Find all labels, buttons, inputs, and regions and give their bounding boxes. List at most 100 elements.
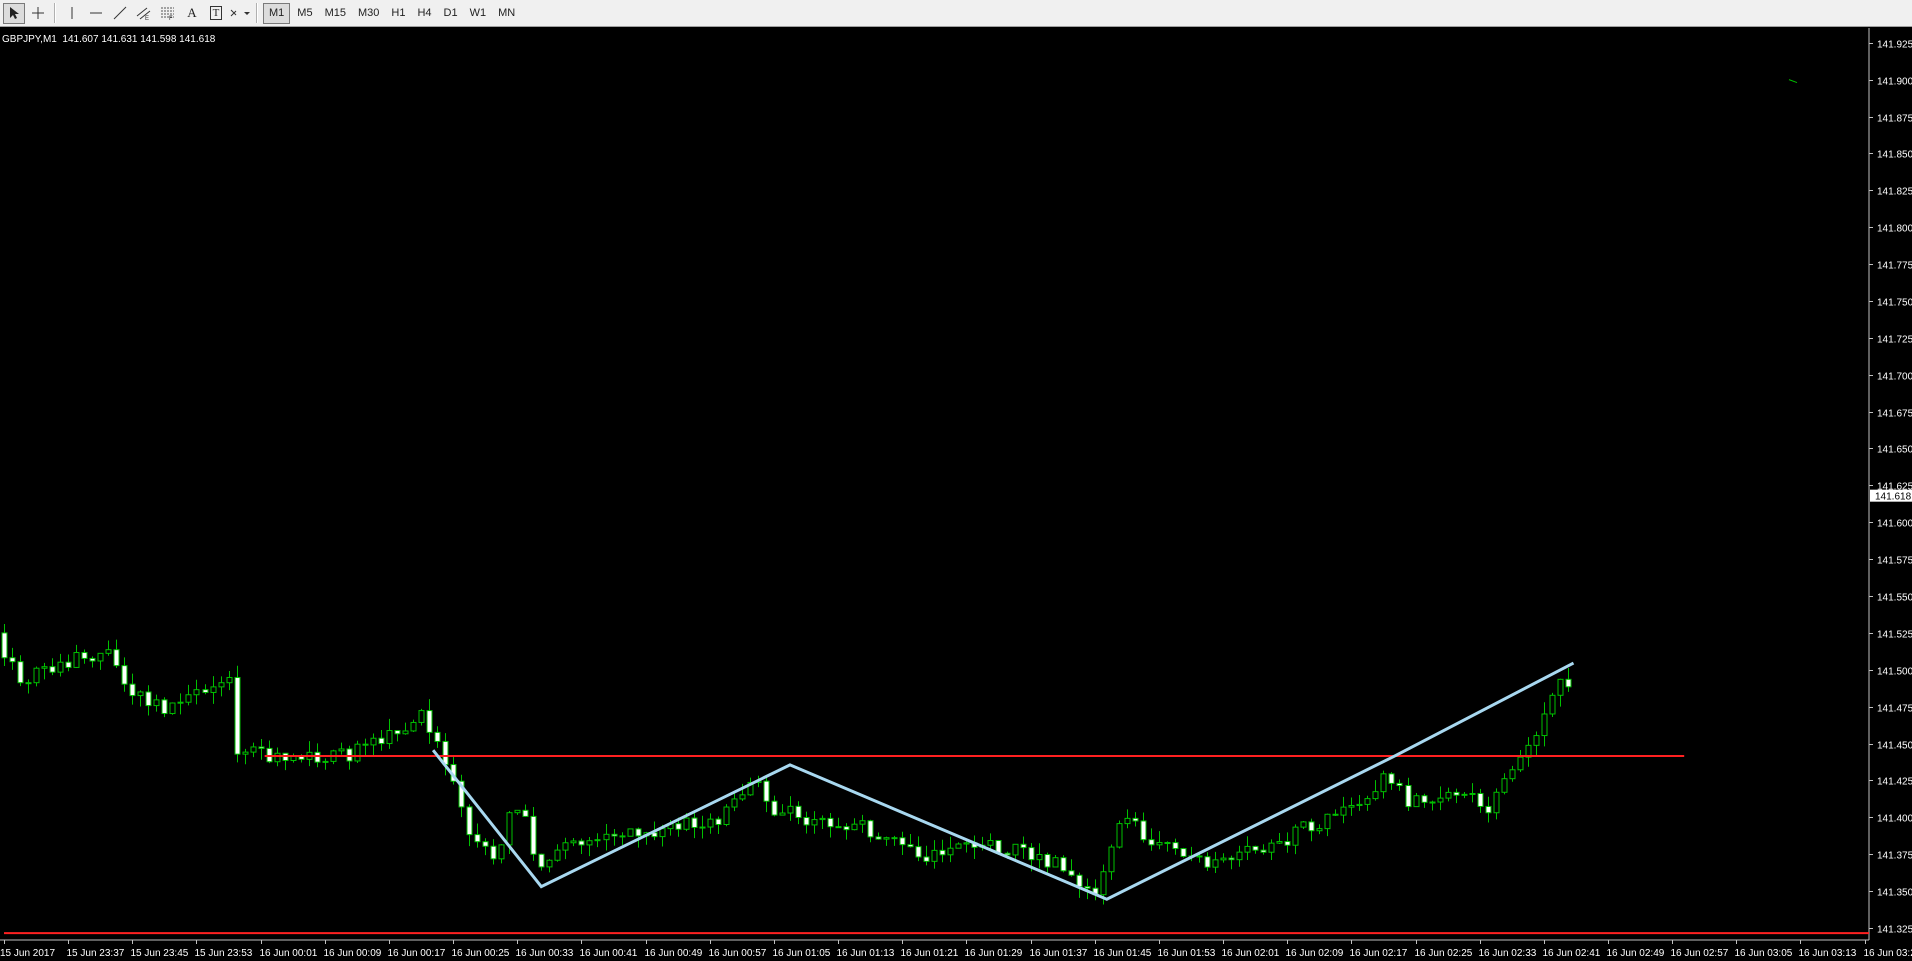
candle [1549,692,1556,717]
text-icon: A [187,5,197,20]
time-tick-label: 16 Jun 00:41 [580,948,638,959]
time-tick-label: 16 Jun 00:57 [709,948,767,959]
cursor-tool-button[interactable] [3,2,25,24]
time-tick-label: 16 Jun 02:49 [1607,948,1665,959]
last-price-label: 141.618 [1875,492,1912,503]
timeframe-mn-button[interactable]: MN [493,3,520,24]
price-tick-label: 141.450 [1877,741,1912,752]
price-tick-label: 141.900 [1877,77,1912,88]
candle [1180,847,1187,858]
time-tick-label: 16 Jun 03:13 [1799,948,1857,959]
price-tick-label: 141.325 [1877,925,1912,936]
time-tick-label: 16 Jun 01:13 [837,948,895,959]
time-tick-label: 16 Jun 01:29 [965,948,1023,959]
last-price-marker: 141.618 [1870,489,1912,503]
fibonacci-icon: F [160,6,176,20]
price-tick-label: 141.475 [1877,704,1912,715]
time-tick-label: 16 Jun 02:09 [1286,948,1344,959]
price-tick-label: 141.875 [1877,114,1912,125]
price-tick-label: 141.400 [1877,814,1912,825]
equidistant-channel-icon: E [136,6,152,20]
time-tick-label: 16 Jun 02:41 [1543,948,1601,959]
crosshair-tool-button[interactable] [27,3,49,24]
time-tick-label: 16 Jun 00:09 [324,948,382,959]
timeframe-d1-button[interactable]: D1 [439,3,463,24]
chart-toolbar: E F A T M1 M5 M15 M30 H1 H4 D1 W1 MN [0,0,1912,27]
arrows-dropdown-icon [229,6,251,20]
candle [627,828,634,837]
time-tick-label: 16 Jun 03:05 [1735,948,1793,959]
horizontal-line-tool-button[interactable] [85,3,107,24]
svg-text:F: F [169,16,173,20]
price-tick-label: 141.700 [1877,372,1912,383]
candle [354,740,361,764]
timeframe-m1-button[interactable]: M1 [263,2,291,24]
time-tick-label: 16 Jun 02:17 [1350,948,1408,959]
time-tick-label: 16 Jun 00:49 [645,948,703,959]
candle [1116,820,1123,849]
candle [169,702,176,715]
price-tick-label: 141.775 [1877,261,1912,272]
price-tick-label: 141.600 [1877,519,1912,530]
price-tick-label: 141.650 [1877,445,1912,456]
time-tick-label: 16 Jun 03:21 [1864,948,1912,959]
candle [723,804,730,827]
timeframe-m30-button[interactable]: M30 [353,3,384,24]
text-tool-button[interactable]: A [181,3,203,24]
timeframe-h4-button[interactable]: H4 [412,3,436,24]
price-tick-label: 141.350 [1877,888,1912,899]
timeframe-m5-button[interactable]: M5 [292,3,317,24]
time-tick-label: 16 Jun 02:33 [1479,948,1537,959]
svg-text:E: E [145,16,149,20]
time-tick-label: 16 Jun 00:17 [388,948,446,959]
trendline-icon [113,6,127,20]
time-tick-label: 16 Jun 01:05 [773,948,831,959]
candle [234,665,241,763]
time-tick-label: 16 Jun 01:21 [901,948,959,959]
time-tick-label: 16 Jun 02:25 [1415,948,1473,959]
timeframe-m15-button[interactable]: M15 [320,3,351,24]
fibonacci-tool-button[interactable]: F [157,3,179,24]
price-tick-label: 141.500 [1877,667,1912,678]
text-label-icon: T [209,6,223,20]
price-tick-label: 141.525 [1877,630,1912,641]
time-tick-label: 15 Jun 23:45 [131,948,189,959]
time-tick-label: 15 Jun 23:53 [195,948,253,959]
horizontal-line-icon [89,6,103,20]
price-tick-label: 141.425 [1877,777,1912,788]
candle [1060,855,1067,873]
time-tick-label: 15 Jun 23:37 [67,948,125,959]
price-tick-label: 141.850 [1877,150,1912,161]
time-tick-label: 16 Jun 02:01 [1222,948,1280,959]
vertical-line-icon [65,6,79,20]
time-tick-label: 16 Jun 00:33 [516,948,574,959]
arrows-dropdown-tool-button[interactable] [229,3,251,24]
price-tick-label: 141.550 [1877,593,1912,604]
time-tick-label: 16 Jun 00:01 [260,948,318,959]
time-tick-label: 15 Jun 2017 [0,948,55,959]
chart-title: GBPJPY,M1 141.607 141.631 141.598 141.61… [2,34,216,45]
vertical-line-tool-button[interactable] [61,3,83,24]
timeframe-w1-button[interactable]: W1 [465,3,492,24]
price-chart[interactable]: 141.925 141.900 141.875 141.850 141.825 141.8… [0,28,1912,961]
time-tick-label: 16 Jun 00:25 [452,948,510,959]
time-tick-label: 16 Jun 01:45 [1094,948,1152,959]
time-tick-label: 16 Jun 01:53 [1158,948,1216,959]
crosshair-icon [31,6,45,20]
price-tick-label: 141.575 [1877,556,1912,567]
price-tick-label: 141.750 [1877,298,1912,309]
price-tick-label: 141.725 [1877,335,1912,346]
cursor-icon [7,6,21,20]
price-tick-label: 141.675 [1877,409,1912,420]
timeframe-h1-button[interactable]: H1 [386,3,410,24]
price-tick-label: 141.825 [1877,187,1912,198]
time-tick-label: 16 Jun 02:57 [1671,948,1729,959]
price-tick-label: 141.375 [1877,851,1912,862]
chart-background [0,28,1912,961]
toolbar-separator [54,3,56,23]
trendline-tool-button[interactable] [109,3,131,24]
text-label-tool-button[interactable]: T [205,3,227,24]
equidistant-channel-tool-button[interactable]: E [133,3,155,24]
price-tick-label: 141.800 [1877,224,1912,235]
time-tick-label: 16 Jun 01:37 [1030,948,1088,959]
